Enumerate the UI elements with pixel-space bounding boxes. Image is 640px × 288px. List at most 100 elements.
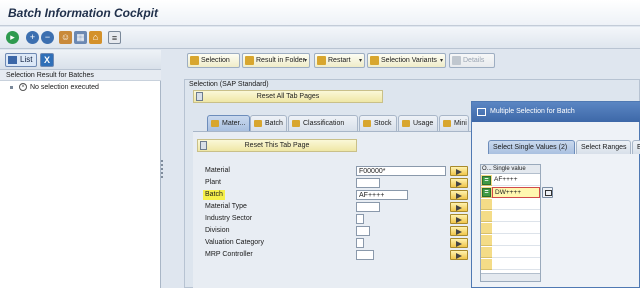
column-header-option: O... — [482, 166, 492, 172]
tab-label: Mater... — [222, 120, 246, 127]
row-selector[interactable] — [481, 247, 492, 258]
list-button[interactable]: List — [5, 53, 37, 67]
industry-sector-input[interactable] — [356, 214, 364, 224]
selection-icon — [190, 56, 199, 65]
row-selector[interactable] — [481, 211, 492, 222]
table-row[interactable] — [492, 211, 540, 222]
selection-group-title: Selection (SAP Standard) — [189, 81, 269, 88]
value-help-icon[interactable] — [542, 187, 553, 198]
pane-splitter[interactable] — [161, 50, 181, 288]
valuation-category-label: Valuation Category — [205, 239, 265, 246]
application-toolbar: ▸ + − ☺ ▦ ⌂ ≡ — [0, 27, 640, 49]
tab-icon — [363, 120, 371, 127]
batch-multiple-selection-arrow-icon[interactable] — [450, 190, 468, 200]
horizontal-scrollbar[interactable] — [481, 273, 540, 281]
table-row[interactable] — [492, 223, 540, 234]
table-row[interactable]: AF++++ — [492, 175, 540, 186]
tab-stock[interactable]: Stock — [359, 115, 397, 131]
selection-variants-button[interactable]: Selection Variants ▾ — [367, 53, 446, 68]
row-selector[interactable] — [481, 235, 492, 246]
tab-exclude[interactable]: E — [632, 140, 640, 154]
batch-input[interactable] — [356, 190, 408, 200]
single-values-table: O... Single value = AF++++ = DW++++ — [480, 164, 541, 282]
house-icon[interactable]: ⌂ — [89, 31, 102, 44]
row-selector[interactable] — [481, 259, 492, 270]
people-icon[interactable]: ☺ — [59, 31, 72, 44]
selection-toolbar: Selection Result in Folder ▾ Restart ▾ S… — [181, 50, 640, 70]
plant-label: Plant — [205, 179, 221, 186]
tree-node[interactable]: × No selection executed — [10, 83, 99, 93]
table-row[interactable] — [492, 199, 540, 210]
batch-label: Batch — [203, 190, 225, 200]
material-type-input[interactable] — [356, 202, 380, 212]
row-selector[interactable] — [481, 199, 492, 210]
picture-icon[interactable]: ▦ — [74, 31, 87, 44]
row-selector[interactable]: = — [481, 187, 492, 198]
division-multiple-selection-arrow-icon[interactable] — [450, 226, 468, 236]
division-label: Division — [205, 227, 230, 234]
zoom-in-icon[interactable]: + — [26, 31, 39, 44]
material-multiple-selection-arrow-icon[interactable] — [450, 166, 468, 176]
table-row[interactable] — [492, 259, 540, 270]
row-selector[interactable]: = — [481, 175, 492, 186]
industry-sector-multiple-selection-arrow-icon[interactable] — [450, 214, 468, 224]
table-row[interactable] — [492, 235, 540, 246]
zoom-out-icon[interactable]: − — [41, 31, 54, 44]
execute-icon[interactable]: ▸ — [6, 31, 19, 44]
list-icon[interactable]: ≡ — [108, 31, 121, 44]
valuation-category-multiple-selection-arrow-icon[interactable] — [450, 238, 468, 248]
list-button-label: List — [20, 55, 33, 64]
reset-all-tab-pages-button[interactable]: Reset All Tab Pages — [193, 90, 383, 103]
reset-this-tab-page-button[interactable]: Reset This Tab Page — [197, 139, 357, 152]
tab-usage[interactable]: Usage — [398, 115, 438, 131]
tab-icon — [254, 120, 262, 127]
restart-label: Restart — [328, 57, 351, 64]
tab-icon — [402, 120, 410, 127]
left-pane-toolbar: List X — [0, 50, 161, 70]
division-input[interactable] — [356, 226, 370, 236]
details-label: Details — [463, 57, 485, 64]
dialog-title-bar[interactable]: Multiple Selection for Batch — [472, 102, 640, 122]
valuation-category-input[interactable] — [356, 238, 364, 248]
tab-icon — [443, 120, 451, 127]
mrp-controller-input[interactable] — [356, 250, 374, 260]
tab-label: Stock — [374, 120, 392, 127]
tab-mini[interactable]: Mini — [439, 115, 469, 131]
list-view-icon — [8, 56, 17, 64]
material-type-label: Material Type — [205, 203, 247, 210]
variants-icon — [370, 56, 379, 65]
plant-multiple-selection-arrow-icon[interactable] — [450, 178, 468, 188]
table-row[interactable] — [492, 247, 540, 258]
plant-input[interactable] — [356, 178, 380, 188]
row-selector[interactable] — [481, 223, 492, 234]
material-type-multiple-selection-arrow-icon[interactable] — [450, 202, 468, 212]
selection-variants-label: Selection Variants — [381, 57, 437, 64]
equal-icon[interactable]: = — [482, 188, 491, 197]
tab-label: Usage — [413, 120, 434, 127]
selection-button[interactable]: Selection — [187, 53, 240, 68]
tab-classification[interactable]: Classification — [288, 115, 358, 131]
selection-button-label: Selection — [201, 57, 230, 64]
tab-batch[interactable]: Batch — [250, 115, 287, 131]
excel-icon[interactable]: X — [40, 53, 54, 67]
tab-material[interactable]: Mater... — [207, 115, 250, 131]
tab-select-single-values[interactable]: Select Single Values (2) — [488, 140, 575, 154]
result-in-folder-button[interactable]: Result in Folder ▾ — [242, 53, 310, 68]
chevron-down-icon: ▾ — [439, 58, 443, 64]
mrp-controller-multiple-selection-arrow-icon[interactable] — [450, 250, 468, 260]
table-header: O... Single value — [481, 165, 540, 174]
details-button[interactable]: Details — [449, 53, 495, 68]
tab-select-ranges[interactable]: Select Ranges — [576, 140, 631, 154]
splitter-grip-icon[interactable] — [161, 160, 163, 178]
reset-this-label: Reset This Tab Page — [244, 142, 310, 149]
equal-icon[interactable]: = — [482, 176, 491, 185]
no-entry-icon: × — [19, 83, 27, 92]
tree-header: Selection Result for Batches — [0, 70, 161, 81]
dialog-title: Multiple Selection for Batch — [490, 108, 575, 115]
dialog-tabs: Select Single Values (2) Select Ranges E — [488, 140, 640, 154]
tab-icon — [211, 120, 219, 127]
material-input[interactable] — [356, 166, 446, 176]
table-row[interactable]: DW++++ — [492, 187, 540, 198]
restart-button[interactable]: Restart ▾ — [314, 53, 365, 68]
industry-sector-label: Industry Sector — [205, 215, 253, 222]
